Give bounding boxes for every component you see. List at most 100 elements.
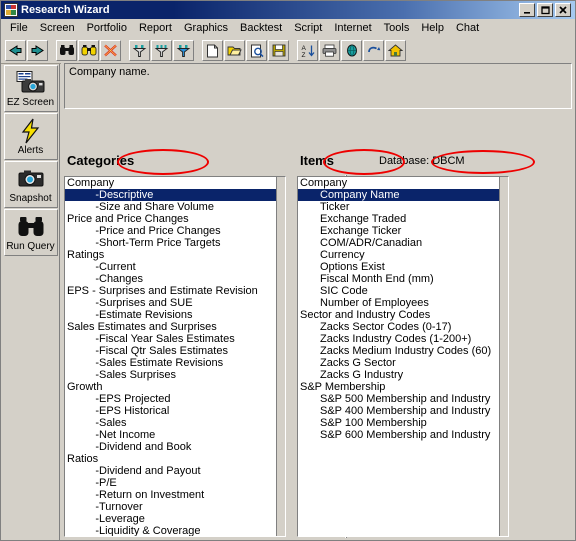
- list-item[interactable]: Company: [298, 177, 499, 189]
- list-item[interactable]: - Fiscal Qtr Sales Estimates: [65, 345, 276, 357]
- new-document-icon[interactable]: [202, 40, 223, 61]
- filter-run-icon[interactable]: [173, 40, 194, 61]
- list-item[interactable]: - Short-Term Price Targets: [65, 237, 276, 249]
- toolbar-separator: [122, 40, 129, 61]
- categories-list-rows[interactable]: Company - Descriptive - Size and Share Vol…: [65, 177, 276, 536]
- list-item[interactable]: - EPS Projected: [65, 393, 276, 405]
- list-item[interactable]: Options Exist: [298, 261, 499, 273]
- categories-scrollbar[interactable]: [276, 177, 285, 536]
- list-item[interactable]: Growth: [65, 381, 276, 393]
- list-item[interactable]: S&P 100 Membership: [298, 417, 499, 429]
- list-item[interactable]: - Estimate Revisions: [65, 309, 276, 321]
- sidebar-item-ez-screen[interactable]: EZ Screen: [3, 65, 58, 112]
- menu-item-tools[interactable]: Tools: [378, 20, 416, 36]
- list-item[interactable]: - Leverage: [65, 513, 276, 525]
- menu-item-file[interactable]: File: [4, 20, 34, 36]
- list-item[interactable]: Exchange Traded: [298, 213, 499, 225]
- list-item[interactable]: - Price and Price Changes: [65, 225, 276, 237]
- list-item[interactable]: Sales Estimates and Surprises: [65, 321, 276, 333]
- list-item[interactable]: - Dividend and Payout: [65, 465, 276, 477]
- list-item[interactable]: Ratings: [65, 249, 276, 261]
- sidebar-item-snapshot[interactable]: Snapshot: [3, 161, 58, 208]
- items-scrollbar[interactable]: [499, 177, 508, 536]
- list-item[interactable]: Fiscal Month End (mm): [298, 273, 499, 285]
- list-item[interactable]: - Liquidity & Coverage: [65, 525, 276, 536]
- list-item[interactable]: Ratios: [65, 453, 276, 465]
- list-item[interactable]: - Changes: [65, 273, 276, 285]
- list-item[interactable]: Ticker: [298, 201, 499, 213]
- list-item[interactable]: Number of Employees: [298, 297, 499, 309]
- red-x-icon[interactable]: [100, 40, 121, 61]
- list-item-label: Dividend and Book: [99, 441, 192, 453]
- list-item[interactable]: Company Name: [298, 189, 499, 201]
- list-item[interactable]: S&P 600 Membership and Industry: [298, 429, 499, 441]
- list-item[interactable]: EPS - Surprises and Estimate Revision: [65, 285, 276, 297]
- printer-icon[interactable]: [319, 40, 340, 61]
- categories-header: Categories: [67, 153, 135, 168]
- list-item[interactable]: Zacks Industry Codes (1-200+): [298, 333, 499, 345]
- menu-item-graphics[interactable]: Graphics: [178, 20, 234, 36]
- print-preview-icon[interactable]: [246, 40, 267, 61]
- list-item[interactable]: Currency: [298, 249, 499, 261]
- menu-item-report[interactable]: Report: [133, 20, 178, 36]
- open-folder-icon[interactable]: [224, 40, 245, 61]
- list-item[interactable]: - Current: [65, 261, 276, 273]
- menu-item-script[interactable]: Script: [288, 20, 328, 36]
- list-item[interactable]: - Size and Share Volume: [65, 201, 276, 213]
- refresh-icon[interactable]: [363, 40, 384, 61]
- home-icon[interactable]: [385, 40, 406, 61]
- list-item[interactable]: S&P 500 Membership and Industry: [298, 393, 499, 405]
- list-item-bullet: -: [95, 501, 99, 513]
- save-disk-icon[interactable]: [268, 40, 289, 61]
- close-button[interactable]: [555, 3, 571, 17]
- list-item[interactable]: - Descriptive: [65, 189, 276, 201]
- filter-add-icon[interactable]: [129, 40, 150, 61]
- list-item[interactable]: - Sales: [65, 417, 276, 429]
- forward-arrow-icon[interactable]: [27, 40, 48, 61]
- filter-edit-icon[interactable]: [151, 40, 172, 61]
- list-item[interactable]: S&P 400 Membership and Industry: [298, 405, 499, 417]
- list-item[interactable]: Zacks G Industry: [298, 369, 499, 381]
- menu-item-backtest[interactable]: Backtest: [234, 20, 288, 36]
- list-item[interactable]: - Turnover: [65, 501, 276, 513]
- back-arrow-icon[interactable]: [5, 40, 26, 61]
- menu-item-screen[interactable]: Screen: [34, 20, 81, 36]
- list-item[interactable]: Company: [65, 177, 276, 189]
- toolbar-separator: [49, 40, 56, 61]
- menu-item-portfolio[interactable]: Portfolio: [81, 20, 133, 36]
- sort-az-icon[interactable]: AZ: [297, 40, 318, 61]
- list-item[interactable]: S&P Membership: [298, 381, 499, 393]
- sidebar-item-run-query[interactable]: Run Query: [3, 209, 58, 256]
- list-item[interactable]: Zacks G Sector: [298, 357, 499, 369]
- list-item[interactable]: - Dividend and Book: [65, 441, 276, 453]
- list-item[interactable]: Sector and Industry Codes: [298, 309, 499, 321]
- list-item[interactable]: - EPS Historical: [65, 405, 276, 417]
- list-item[interactable]: COM/ADR/Canadian: [298, 237, 499, 249]
- list-item[interactable]: - P/E: [65, 477, 276, 489]
- binoculars-icon[interactable]: [56, 40, 77, 61]
- globe-icon[interactable]: [341, 40, 362, 61]
- list-item[interactable]: Exchange Ticker: [298, 225, 499, 237]
- list-item[interactable]: Price and Price Changes: [65, 213, 276, 225]
- maximize-button[interactable]: [537, 3, 553, 17]
- categories-listbox[interactable]: Company - Descriptive - Size and Share Vol…: [64, 176, 286, 537]
- menu-item-chat[interactable]: Chat: [450, 20, 485, 36]
- list-item[interactable]: - Surprises and SUE: [65, 297, 276, 309]
- list-item[interactable]: - Fiscal Year Sales Estimates: [65, 333, 276, 345]
- items-list-rows[interactable]: Company Company Name Ticker Exchange Traded…: [298, 177, 499, 536]
- list-item[interactable]: Zacks Medium Industry Codes (60): [298, 345, 499, 357]
- sidebar-item-alerts[interactable]: Alerts: [3, 113, 58, 160]
- list-item[interactable]: - Sales Estimate Revisions: [65, 357, 276, 369]
- menu-item-help[interactable]: Help: [415, 20, 450, 36]
- binoculars-yellow-icon[interactable]: [78, 40, 99, 61]
- list-item-bullet: -: [95, 297, 99, 309]
- minimize-button[interactable]: [519, 3, 535, 17]
- menu-item-internet[interactable]: Internet: [328, 20, 377, 36]
- list-item[interactable]: SIC Code: [298, 285, 499, 297]
- items-listbox[interactable]: Company Company Name Ticker Exchange Traded…: [297, 176, 509, 537]
- list-item-bullet: -: [95, 417, 99, 429]
- list-item[interactable]: - Net Income: [65, 429, 276, 441]
- list-item[interactable]: - Return on Investment: [65, 489, 276, 501]
- list-item[interactable]: Zacks Sector Codes (0-17): [298, 321, 499, 333]
- list-item[interactable]: - Sales Surprises: [65, 369, 276, 381]
